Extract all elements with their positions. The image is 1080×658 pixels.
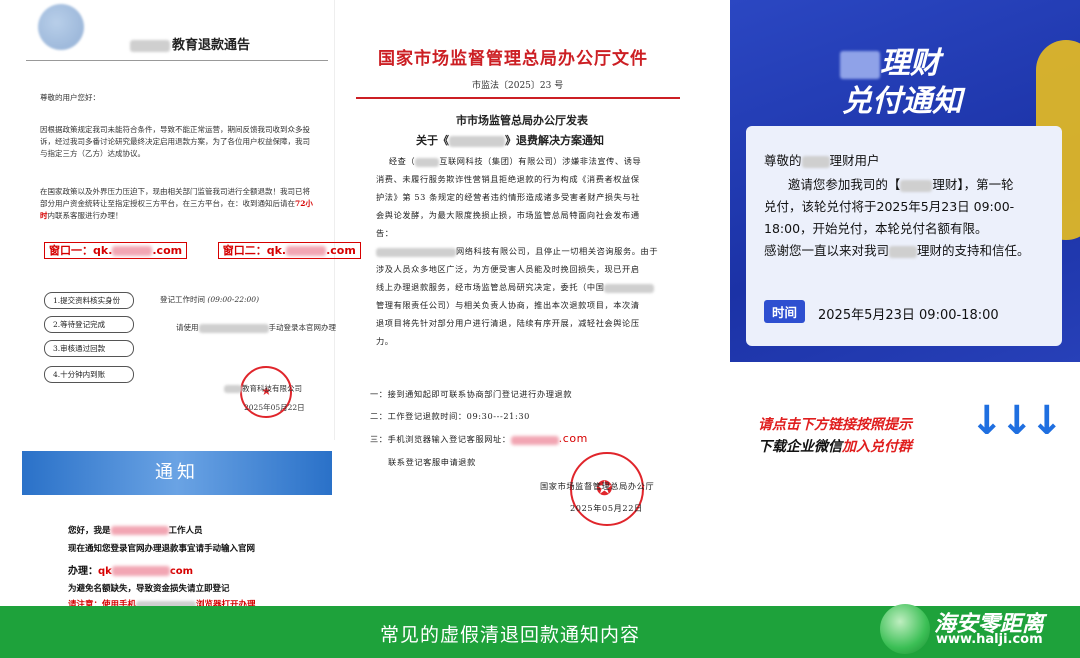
step-2: 2.等待登记完成 [44, 316, 134, 333]
company-name: 教育科技有限公司 [224, 383, 302, 395]
left-doc-date: 2025年05月22日 [244, 403, 305, 412]
signing-date: 2025年05月22日 [570, 503, 643, 513]
body-line: 涉及人员众多地区广泛，为方便受害人员能及时挽回损失，现已开启 [376, 264, 640, 274]
body-line: 消费、未履行服务欺诈性营销且拒绝退款的行为构成《消费者权益保 [376, 174, 640, 184]
notice-link-line: 办理：qk com [68, 566, 194, 577]
arrow-down-icon: ↓ [1030, 398, 1064, 444]
body-line: 管理有限责任公司）与相关负责人协商，推出本次退款项目，本次清 [376, 300, 640, 310]
arrow-down-icon: ↓ [970, 398, 1004, 444]
body-line: 网络科技有限公司，且停止一切相关咨询服务。由于 [376, 242, 672, 260]
body-line: 退项目将先针对部分用户进行清退，陆续有序开展，减轻社会舆论压 [376, 318, 640, 328]
document-body: 经查（ 互联网科技（集团）有限公司）涉嫌非法宣传、诱导 消费、未履行服务欺诈性营销… [376, 152, 672, 350]
document-number: 市监法〔2025〕23 号 [472, 81, 564, 91]
card-paragraph: 邀请您参加我司的【 理财】，第一轮 兑付，该轮兑付将于2025年5月23日 09:… [764, 177, 1030, 258]
body-line: 力。 [376, 336, 394, 346]
window2-link[interactable]: 窗口二：qk. .com [217, 242, 361, 259]
red-divider [356, 97, 680, 99]
arrow-down-icon: ↓ [1000, 398, 1034, 444]
notice-line1: 您好，我是 工作人员 [68, 526, 203, 536]
footer-caption: 常见的虚假清退回款通知内容 [380, 624, 641, 646]
step-3: 3.审核通过回款 [44, 340, 134, 357]
body-line: 告： [376, 228, 394, 238]
step-1: 1.提交资料核实身份 [44, 292, 134, 309]
work-hours: 登记工作时间 (09:00-22:00) [160, 295, 260, 304]
item-1: 一：接到通知起即可联系协商部门登记进行办理退款 [370, 389, 573, 399]
item-3: 三：手机浏览器输入登记客服网址： .com [370, 432, 588, 445]
time-value: 2025年5月23日 09:00-18:00 [818, 308, 999, 323]
cta-line2: 下载企业微信加入兑付群 [758, 439, 912, 455]
company-logo [38, 4, 84, 50]
item-2: 二：工作登记退款时间：09:30---21:30 [370, 411, 530, 421]
document-title: 关于《 》退费解决方案通知 [416, 134, 604, 147]
notice-banner: 通知 [22, 451, 332, 495]
body-line: 经查（ 互联网科技（集团）有限公司）涉嫌非法宣传、诱导 [388, 156, 642, 167]
left-doc-para1: 因根据政策规定我司未能符合条件，导致不能正常运营，期间反馈我司收到众多投诉，经过… [40, 125, 310, 158]
brand-url: www.halji.com [936, 632, 1043, 647]
left-doc-title: 教育退款通告 [130, 34, 250, 53]
signing-organization: 国家市场监督管理总局办公厅 [540, 481, 655, 491]
cta-line1: 请点击下方链接按照提示 [758, 417, 912, 433]
use-phone-instruction: 请使用 手动登录本官网办理 [176, 323, 336, 333]
body-line: 护法》第 53 条规定的经营者违约情形造成诸多受害者财产损失与社 [376, 192, 641, 202]
item-4: 联系登记客服申请退款 [388, 457, 476, 467]
body-line: 线上办理退款服务，经市场监管总局研究决定，委托（中国 [376, 278, 672, 296]
brand-logo-icon [880, 604, 930, 654]
time-badge: 时间 [764, 300, 806, 323]
window1-link[interactable]: 窗口一：qk. .com [44, 242, 188, 259]
document-header: 国家市场监督管理总局办公厅文件 [378, 49, 648, 69]
card-salutation: 尊敬的 理财用户 [764, 153, 880, 168]
document-subheader: 市市场监管总局办公厅发表 [456, 114, 588, 127]
notice-line2: 现在通知您登录官网办理退款事宜请手动输入官网 [68, 544, 256, 554]
greeting: 尊敬的用户您好： [40, 93, 100, 102]
step-4: 4.十分钟内到账 [44, 366, 134, 383]
window-links: 窗口一：qk. .com 窗口二：qk. .com [44, 242, 361, 259]
left-doc-para2: 在国家政策以及外界压力压迫下，现由相关部门监管我司进行全额退款！我司已将部分用户… [40, 187, 313, 220]
divider [26, 60, 328, 61]
body-line: 会舆论发酵，为最大限度挽损止损，市场监管总局特面向社会发布通 [376, 210, 640, 220]
card-title-line2: 兑付通知 [842, 84, 962, 119]
notice-line4: 为避免名额缺失，导致资金损失请立即登记 [68, 584, 230, 594]
